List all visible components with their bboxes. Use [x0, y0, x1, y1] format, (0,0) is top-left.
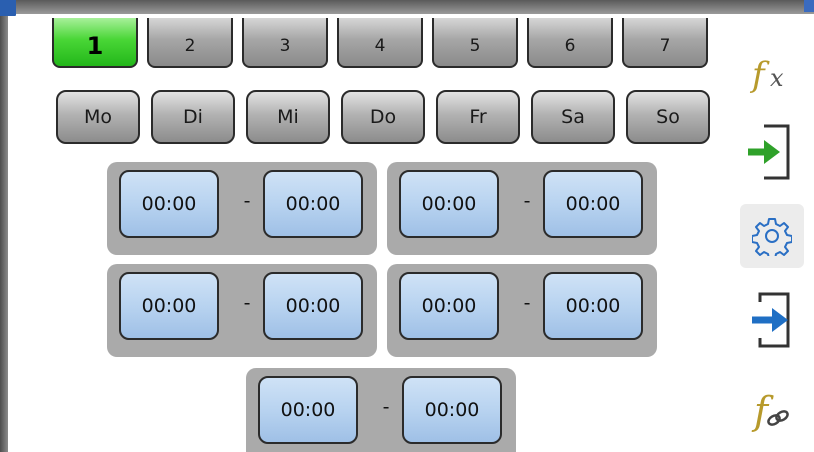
tab-program-4[interactable]: 4: [337, 18, 423, 68]
time-to-field[interactable]: 00:00: [543, 170, 643, 238]
weekday-button-sa[interactable]: Sa: [531, 90, 615, 144]
window-corner: [0, 0, 16, 16]
weekday-label: Sa: [561, 106, 585, 128]
time-separator: -: [523, 292, 531, 314]
tab-label: 4: [374, 36, 386, 56]
time-separator: -: [382, 396, 390, 418]
time-to-field[interactable]: 00:00: [263, 170, 363, 238]
svg-text:f: f: [751, 389, 774, 433]
time-value: 00:00: [565, 295, 621, 317]
time-separator: -: [243, 292, 251, 314]
sidebar-item-settings[interactable]: [740, 204, 804, 268]
tab-program-3[interactable]: 3: [242, 18, 328, 68]
tab-program-2[interactable]: 2: [147, 18, 233, 68]
time-to-field[interactable]: 00:00: [402, 376, 502, 444]
weekday-button-fr[interactable]: Fr: [436, 90, 520, 144]
output-icon: [752, 292, 790, 348]
time-slot-2: 00:00 - 00:00: [387, 162, 657, 255]
svg-text:f: f: [749, 55, 770, 95]
window-frame-top: [0, 0, 814, 14]
weekday-button-mo[interactable]: Mo: [56, 90, 140, 144]
tab-label: 7: [659, 36, 671, 56]
weekday-button-do[interactable]: Do: [341, 90, 425, 144]
tab-program-6[interactable]: 6: [527, 18, 613, 68]
tab-program-5[interactable]: 5: [432, 18, 518, 68]
time-to-field[interactable]: 00:00: [263, 272, 363, 340]
weekday-label: Mi: [277, 106, 299, 128]
sidebar-item-output[interactable]: [740, 288, 804, 352]
sidebar-item-input[interactable]: [740, 120, 804, 184]
time-separator: -: [523, 190, 531, 212]
weekday-button-di[interactable]: Di: [151, 90, 235, 144]
weekday-label: Fr: [469, 106, 487, 128]
tab-label: 6: [564, 36, 576, 56]
time-value: 00:00: [141, 295, 197, 317]
time-from-field[interactable]: 00:00: [258, 376, 358, 444]
tab-label: 1: [86, 32, 104, 60]
time-from-field[interactable]: 00:00: [119, 170, 219, 238]
time-value: 00:00: [285, 295, 341, 317]
time-from-field[interactable]: 00:00: [399, 272, 499, 340]
time-value: 00:00: [141, 193, 197, 215]
time-slot-5: 00:00 - 00:00: [246, 368, 516, 452]
time-slot-3: 00:00 - 00:00: [107, 264, 377, 357]
function-icon: f x: [749, 55, 784, 95]
weekday-button-so[interactable]: So: [626, 90, 710, 144]
sidebar-item-function[interactable]: f x: [740, 44, 804, 108]
time-from-field[interactable]: 00:00: [119, 272, 219, 340]
time-value: 00:00: [285, 193, 341, 215]
time-slot-4: 00:00 - 00:00: [387, 264, 657, 357]
time-to-field[interactable]: 00:00: [543, 272, 643, 340]
window-frame-left: [0, 0, 8, 452]
tab-program-1[interactable]: 1: [52, 18, 138, 68]
weekday-button-mi[interactable]: Mi: [246, 90, 330, 144]
settings-icon: [752, 218, 792, 256]
tab-label: 3: [279, 36, 291, 56]
time-from-field[interactable]: 00:00: [399, 170, 499, 238]
sidebar-item-function-link[interactable]: f: [740, 378, 804, 442]
tab-program-7[interactable]: 7: [622, 18, 708, 68]
tab-label: 2: [184, 36, 196, 56]
time-separator: -: [243, 190, 251, 212]
window-corner: [804, 0, 814, 12]
time-slot-1: 00:00 - 00:00: [107, 162, 377, 255]
function-link-icon: f: [751, 389, 789, 433]
weekday-label: Di: [183, 106, 203, 128]
time-value: 00:00: [280, 399, 336, 421]
weekday-label: Mo: [83, 106, 113, 128]
time-value: 00:00: [424, 399, 480, 421]
time-value: 00:00: [421, 193, 477, 215]
weekday-label: Do: [369, 106, 397, 128]
time-value: 00:00: [565, 193, 621, 215]
svg-text:x: x: [770, 64, 784, 92]
input-icon: [748, 124, 790, 180]
tab-label: 5: [469, 36, 481, 56]
weekday-label: So: [656, 106, 680, 128]
time-value: 00:00: [421, 295, 477, 317]
